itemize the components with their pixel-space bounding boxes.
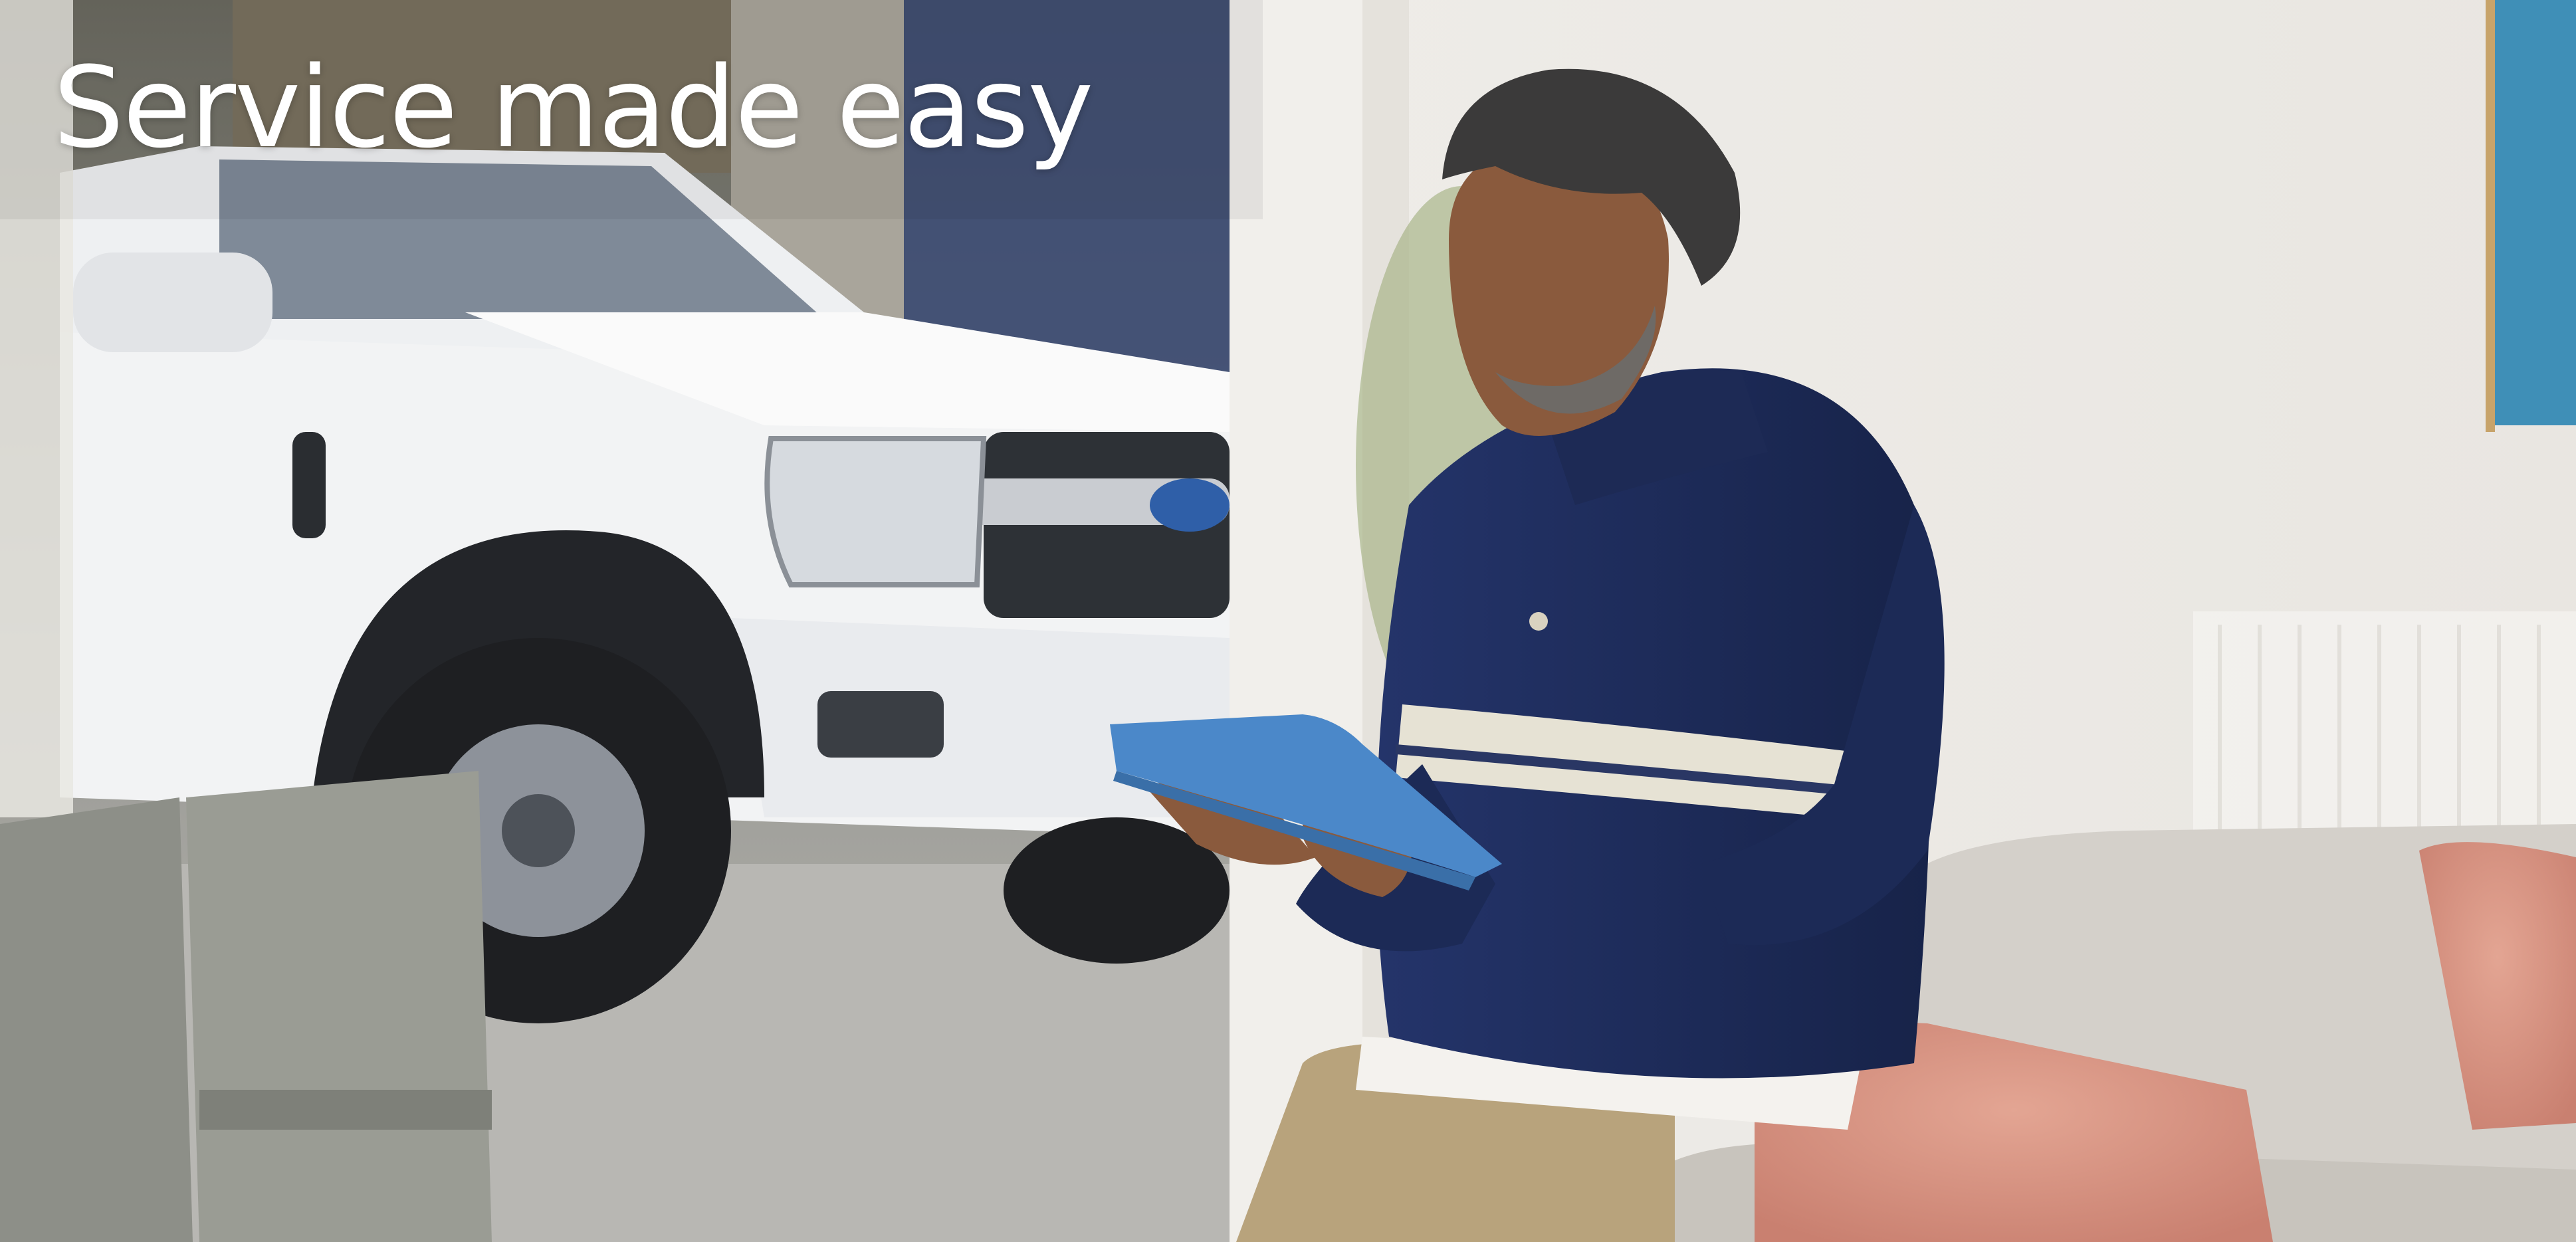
hero-headline: Service made easy xyxy=(53,43,1094,173)
wall-artwork xyxy=(2492,0,2576,425)
hero-banner: Service made easy xyxy=(0,0,2576,1242)
oval-badge-icon xyxy=(1150,478,1230,532)
radiator xyxy=(2193,611,2576,837)
dining-chairs xyxy=(0,771,492,1242)
hero-image xyxy=(0,0,2576,1242)
